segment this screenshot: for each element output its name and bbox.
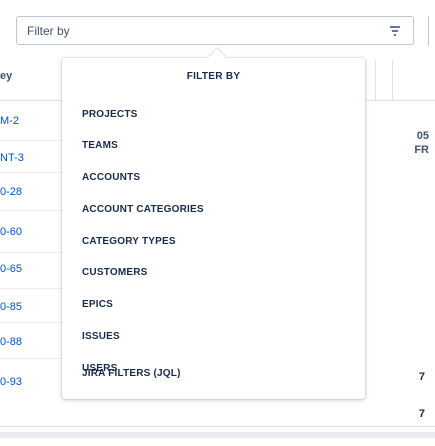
issue-key-link[interactable]: NT-3 [0,152,24,164]
menu-item-epics[interactable]: EPICS [82,299,113,310]
row-divider [0,322,62,323]
issue-key-link[interactable]: 0-85 [0,301,22,313]
key-column-header[interactable]: ey [0,70,12,82]
row-divider [0,252,62,253]
issue-key-link[interactable]: M-2 [0,115,19,127]
cell-value: 7 [418,371,425,383]
filter-by-select[interactable]: Filter by [16,16,414,45]
issue-key-link[interactable]: 0-28 [0,186,22,198]
row-divider [0,140,62,141]
toolbar-divider [428,16,429,46]
column-header-line2: FR [414,144,429,156]
menu-item-customers[interactable]: CUSTOMERS [82,267,148,278]
filter-icon [388,25,402,37]
menu-item-teams[interactable]: TEAMS [82,140,118,151]
popover-arrow [208,48,226,66]
issue-key-link[interactable]: 0-60 [0,226,22,238]
issue-key-link[interactable]: 0-88 [0,336,22,348]
horizontal-scrollbar[interactable] [0,432,435,438]
filter-by-popover: FILTER BY PROJECTS TEAMS ACCOUNTS ACCOUN… [62,48,365,399]
row-divider [0,288,62,289]
row-divider [0,358,62,359]
issue-key-link[interactable]: 0-65 [0,263,22,275]
menu-item-jira-filters[interactable]: JIRA FILTERS (JQL) [82,368,181,379]
issue-key-link[interactable]: 0-93 [0,376,22,388]
cell-value: 7 [418,408,425,420]
table-key-column: ey M-2 NT-3 0-28 0-60 0-65 0-85 0-88 0-9… [0,0,62,446]
table-right-column: 05 FR 7 7 [366,60,435,446]
menu-item-accounts[interactable]: ACCOUNTS [82,172,140,183]
menu-item-account-categories[interactable]: ACCOUNT CATEGORIES [82,204,204,215]
column-header-number[interactable]: 05 FR [414,129,429,157]
menu-item-projects[interactable]: PROJECTS [82,109,138,120]
filter-by-placeholder: Filter by [27,23,70,38]
menu-item-category-types[interactable]: CATEGORY TYPES [82,236,176,247]
row-divider [0,172,62,173]
row-divider [0,210,62,211]
menu-item-issues[interactable]: ISSUES [82,331,120,342]
table-footer-divider [0,426,435,427]
column-header-line1: 05 [416,130,429,142]
popover-title: FILTER BY [186,71,241,82]
